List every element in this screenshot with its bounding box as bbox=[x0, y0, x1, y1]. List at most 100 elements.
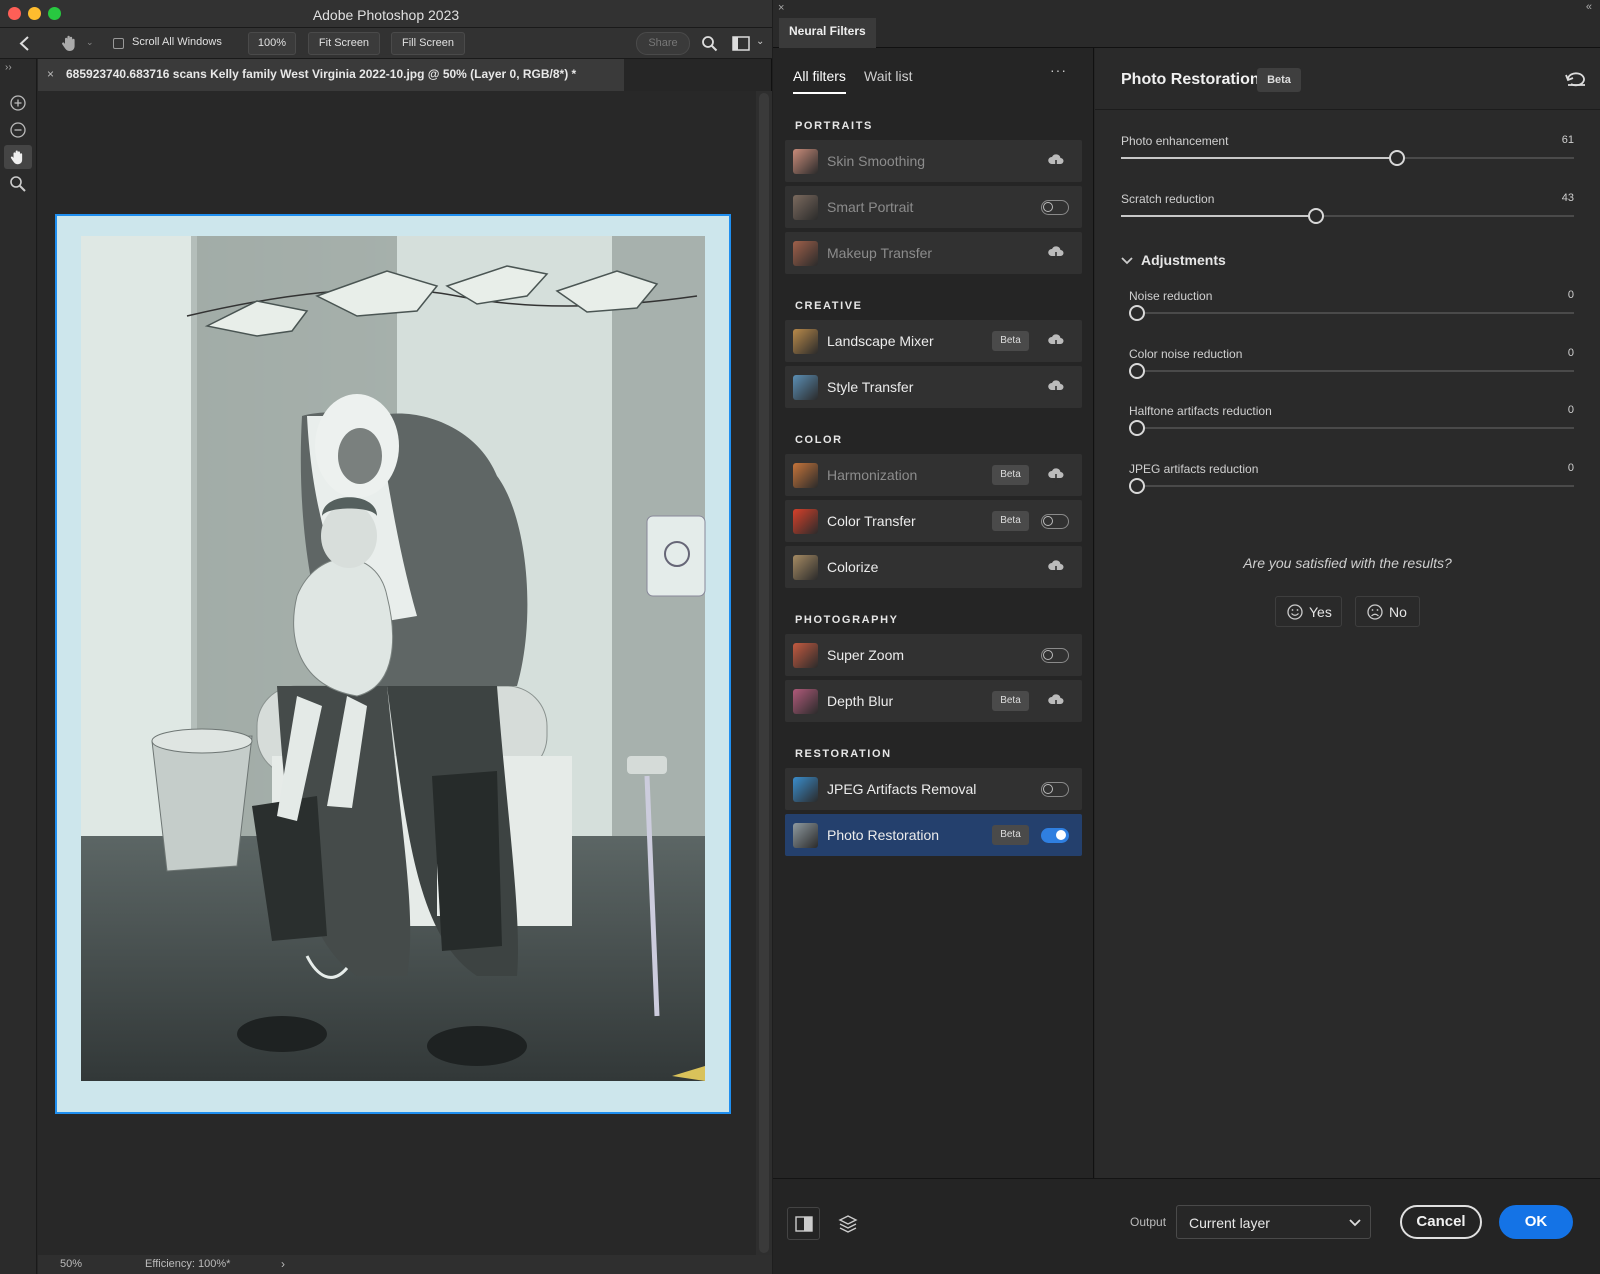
close-document-icon[interactable]: × bbox=[47, 67, 54, 81]
ok-button[interactable]: OK bbox=[1499, 1205, 1573, 1239]
filter-row-harmonization[interactable]: Harmonization Beta bbox=[785, 454, 1082, 496]
filter-thumbnail bbox=[793, 555, 818, 580]
hand-icon[interactable] bbox=[4, 145, 32, 169]
jpeg-artifacts-reduction-slider[interactable]: JPEG artifacts reduction 0 bbox=[1129, 462, 1574, 510]
color-noise-reduction-slider[interactable]: Color noise reduction 0 bbox=[1129, 347, 1574, 395]
filter-row-landscape-mixer[interactable]: Landscape Mixer Beta bbox=[785, 320, 1082, 362]
cloud-download-icon[interactable] bbox=[1047, 558, 1065, 576]
document-tab[interactable]: × 685923740.683716 scans Kelly family We… bbox=[38, 59, 624, 91]
filter-row-skin-smoothing[interactable]: Skin Smoothing bbox=[785, 140, 1082, 182]
cloud-download-icon[interactable] bbox=[1047, 152, 1065, 170]
slider-track[interactable] bbox=[1129, 427, 1574, 429]
filter-row-photo-restoration[interactable]: Photo Restoration Beta bbox=[785, 814, 1082, 856]
cancel-button[interactable]: Cancel bbox=[1400, 1205, 1482, 1239]
filter-thumbnail bbox=[793, 149, 818, 174]
slider-track[interactable] bbox=[1129, 369, 1574, 372]
cloud-download-icon[interactable] bbox=[1047, 466, 1065, 484]
close-panel-icon[interactable]: × bbox=[778, 2, 784, 14]
active-tab-underline bbox=[793, 92, 846, 94]
zoom-100-button[interactable]: 100% bbox=[248, 32, 296, 55]
zoom-out-icon[interactable] bbox=[4, 118, 32, 142]
filter-toggle[interactable] bbox=[1041, 514, 1069, 529]
filter-row-color-transfer[interactable]: Color Transfer Beta bbox=[785, 500, 1082, 542]
feedback-no-button[interactable]: No bbox=[1355, 596, 1420, 627]
category-photography: PHOTOGRAPHY bbox=[795, 614, 899, 626]
slider-handle[interactable] bbox=[1389, 150, 1406, 166]
filter-settings-pane: Photo Restoration Beta Photo enhancement… bbox=[1095, 48, 1600, 1178]
halftone-artifacts-reduction-slider[interactable]: Halftone artifacts reduction 0 bbox=[1129, 404, 1574, 452]
filter-thumbnail bbox=[793, 643, 818, 668]
slider-handle[interactable] bbox=[1129, 420, 1145, 436]
beta-badge: Beta bbox=[992, 511, 1029, 531]
slider-track[interactable] bbox=[1129, 312, 1574, 314]
expand-panel-icon[interactable]: ›› bbox=[5, 62, 12, 73]
slider-value: 0 bbox=[1567, 461, 1574, 474]
share-button[interactable]: Share bbox=[636, 32, 690, 55]
filter-row-depth-blur[interactable]: Depth Blur Beta bbox=[785, 680, 1082, 722]
scrollbar-thumb[interactable] bbox=[759, 93, 769, 1253]
filter-row-super-zoom[interactable]: Super Zoom bbox=[785, 634, 1082, 676]
slider-track[interactable] bbox=[1129, 484, 1574, 487]
before-after-toggle[interactable] bbox=[787, 1207, 820, 1240]
document-title: 685923740.683716 scans Kelly family West… bbox=[66, 67, 577, 81]
back-arrow-icon[interactable] bbox=[18, 35, 32, 52]
scratch-reduction-slider[interactable]: Scratch reduction 43 bbox=[1121, 192, 1574, 240]
cloud-download-icon[interactable] bbox=[1047, 332, 1065, 350]
filter-toggle[interactable] bbox=[1041, 200, 1069, 215]
tool-preset-chevron-icon[interactable]: ⌄ bbox=[86, 37, 94, 48]
status-menu-arrow-icon[interactable]: › bbox=[281, 1257, 285, 1271]
slider-handle[interactable] bbox=[1129, 362, 1145, 379]
slider-label: Color noise reduction bbox=[1129, 346, 1243, 361]
noise-reduction-slider[interactable]: Noise reduction 0 bbox=[1129, 289, 1574, 337]
zoom-in-icon[interactable] bbox=[4, 91, 32, 115]
search-icon[interactable] bbox=[701, 35, 718, 52]
filter-row-jpeg-artifacts-removal[interactable]: JPEG Artifacts Removal bbox=[785, 768, 1082, 810]
zoom-level[interactable]: 50% bbox=[60, 1258, 82, 1270]
slider-handle[interactable] bbox=[1307, 208, 1324, 224]
vertical-scrollbar[interactable] bbox=[756, 91, 772, 1255]
layer-preview-toggle[interactable] bbox=[831, 1207, 864, 1240]
filter-name: Color Transfer bbox=[827, 513, 916, 529]
photo-enhancement-slider[interactable]: Photo enhancement 61 bbox=[1121, 134, 1574, 182]
reset-icon[interactable] bbox=[1565, 70, 1587, 88]
tab-wait-list[interactable]: Wait list bbox=[864, 68, 912, 84]
filter-row-makeup-transfer[interactable]: Makeup Transfer bbox=[785, 232, 1082, 274]
cloud-download-icon[interactable] bbox=[1047, 692, 1065, 710]
magnify-icon[interactable] bbox=[4, 172, 32, 196]
hand-tool-icon[interactable] bbox=[60, 33, 80, 53]
output-select[interactable]: Current layer bbox=[1176, 1205, 1371, 1239]
adjustments-disclosure[interactable]: Adjustments bbox=[1121, 252, 1321, 272]
output-value: Current layer bbox=[1189, 1215, 1270, 1231]
more-options-icon[interactable]: ··· bbox=[1050, 62, 1067, 78]
fit-screen-button[interactable]: Fit Screen bbox=[308, 32, 380, 55]
slider-handle[interactable] bbox=[1129, 477, 1145, 494]
filter-thumbnail bbox=[793, 375, 818, 400]
document-canvas[interactable] bbox=[38, 91, 756, 1255]
status-bar: 50% Efficiency: 100%* › bbox=[38, 1255, 772, 1274]
slider-value: 61 bbox=[1561, 134, 1574, 146]
cloud-download-icon[interactable] bbox=[1047, 378, 1065, 396]
filter-toggle[interactable] bbox=[1041, 782, 1069, 797]
workspace-chevron-icon[interactable]: ⌄ bbox=[756, 36, 764, 47]
neural-filters-tab[interactable]: Neural Filters bbox=[779, 18, 876, 48]
filter-toggle[interactable] bbox=[1041, 648, 1069, 663]
efficiency-readout: Efficiency: 100%* bbox=[145, 1258, 231, 1270]
collapse-panel-icon[interactable]: « bbox=[1586, 1, 1592, 13]
filter-toggle[interactable] bbox=[1041, 828, 1069, 843]
slider-handle[interactable] bbox=[1129, 305, 1145, 321]
fill-screen-button[interactable]: Fill Screen bbox=[391, 32, 465, 55]
filter-row-smart-portrait[interactable]: Smart Portrait bbox=[785, 186, 1082, 228]
filter-name: Landscape Mixer bbox=[827, 333, 934, 349]
filter-row-style-transfer[interactable]: Style Transfer bbox=[785, 366, 1082, 408]
cloud-download-icon[interactable] bbox=[1047, 244, 1065, 262]
slider-label: Photo enhancement bbox=[1121, 134, 1229, 148]
slider-value: 0 bbox=[1567, 289, 1574, 301]
filter-row-colorize[interactable]: Colorize bbox=[785, 546, 1082, 588]
feedback-yes-button[interactable]: Yes bbox=[1275, 596, 1342, 627]
tab-all-filters[interactable]: All filters bbox=[793, 68, 846, 84]
yes-label: Yes bbox=[1309, 604, 1332, 620]
filter-thumbnail bbox=[793, 689, 818, 714]
workspace-icon[interactable] bbox=[732, 36, 750, 51]
scroll-all-windows-checkbox[interactable] bbox=[113, 38, 124, 49]
slider-value: 43 bbox=[1561, 192, 1574, 204]
